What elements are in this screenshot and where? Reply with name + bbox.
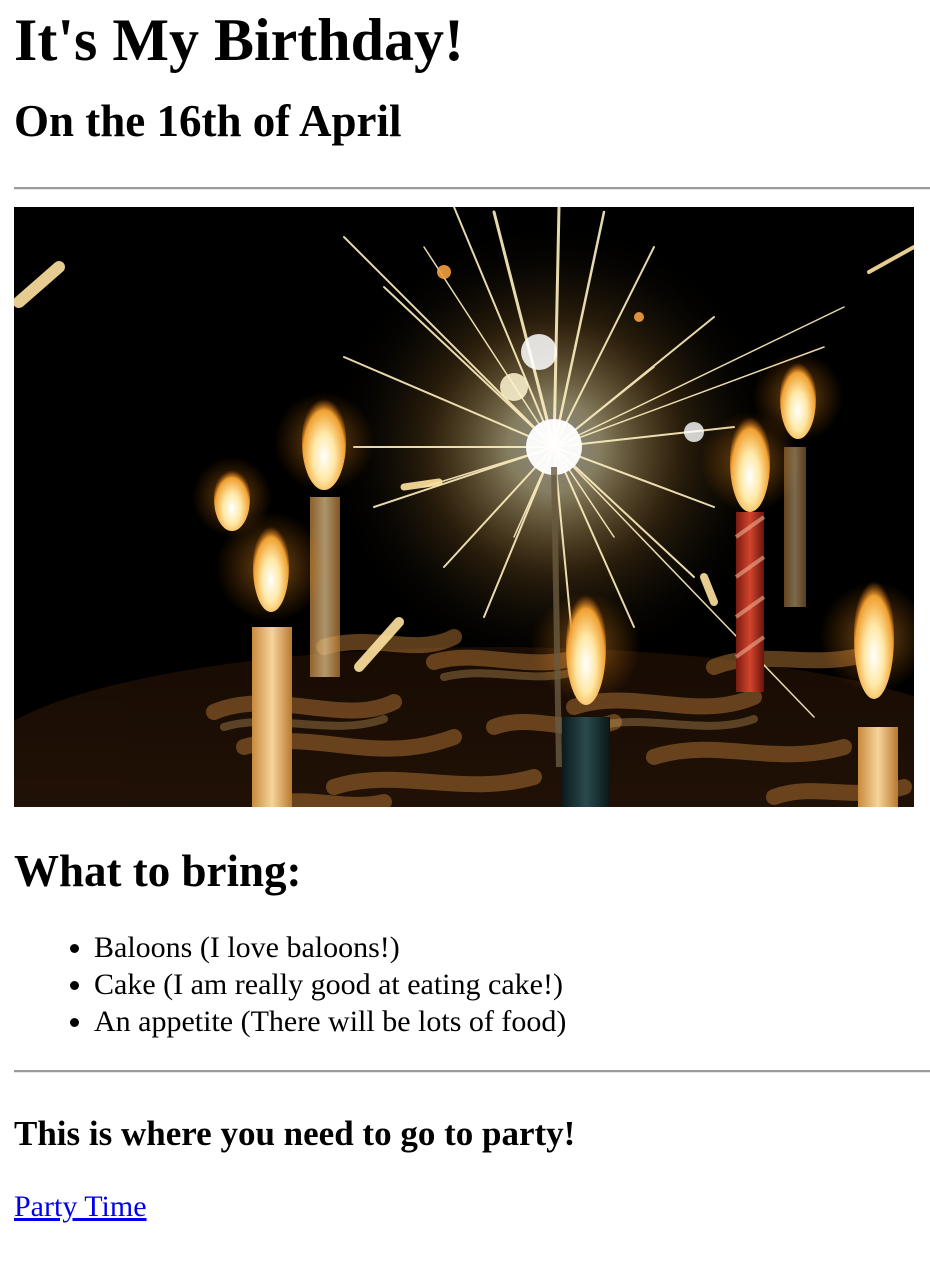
list-item: An appetite (There will be lots of food): [94, 1003, 916, 1040]
page-subtitle: On the 16th of April: [14, 96, 402, 146]
list-item: Baloons (I love baloons!): [94, 929, 916, 966]
party-location-heading: This is where you need to go to party!: [14, 1114, 576, 1153]
birthday-cake-image: [14, 207, 914, 807]
bring-list: Baloons (I love baloons!) Cake (I am rea…: [14, 929, 916, 1040]
list-item: Cake (I am really good at eating cake!): [94, 966, 916, 1003]
page: It's My Birthday! On the 16th of April W…: [0, 10, 930, 1222]
page-title: It's My Birthday!: [14, 7, 464, 73]
what-to-bring-heading: What to bring:: [14, 846, 302, 896]
divider-bottom: [14, 1070, 930, 1073]
party-time-link[interactable]: Party Time: [14, 1192, 147, 1222]
divider-top: [14, 187, 930, 190]
